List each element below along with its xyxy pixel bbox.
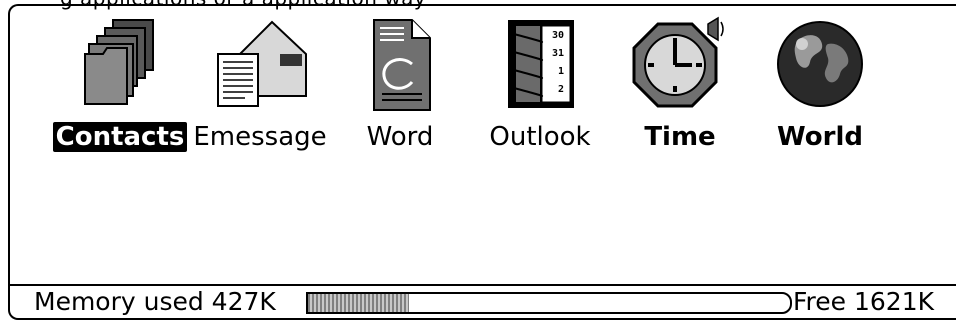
app-label: Time [644,122,716,152]
app-label: Outlook [489,122,591,152]
word-document-icon [373,19,431,111]
app-label: Word [366,122,434,152]
app-label: World [777,122,863,152]
memory-used-label: Memory used 427K [34,287,276,316]
svg-text:30: 30 [552,30,564,41]
svg-text:31: 31 [552,48,564,59]
memory-free-label: Free 1621K [793,287,935,316]
app-contacts[interactable]: Contacts [50,10,190,160]
app-outlook[interactable]: 30 31 1 2 Outlook [470,10,610,160]
svg-text:1: 1 [558,66,564,77]
app-word[interactable]: Word [330,10,470,160]
contacts-stack-icon [84,19,154,105]
app-label: Contacts [52,122,188,152]
memory-usage-bar [306,292,792,314]
app-time[interactable]: Time [610,10,750,160]
envelope-document-icon [217,20,307,107]
svg-text:2: 2 [558,84,564,95]
clock-speaker-icon [632,16,724,108]
application-launcher-screen: Contacts Emessage Word 30 31 1 2 Outlook… [8,4,956,286]
memory-usage-fill [308,294,410,312]
status-bar: Memory used 427K Free 1621K [8,284,956,320]
app-label: Emessage [193,122,327,152]
app-world[interactable]: World [750,10,890,160]
calendar-book-icon: 30 31 1 2 [508,20,574,108]
app-emessage[interactable]: Emessage [190,10,330,160]
globe-icon [777,21,863,107]
